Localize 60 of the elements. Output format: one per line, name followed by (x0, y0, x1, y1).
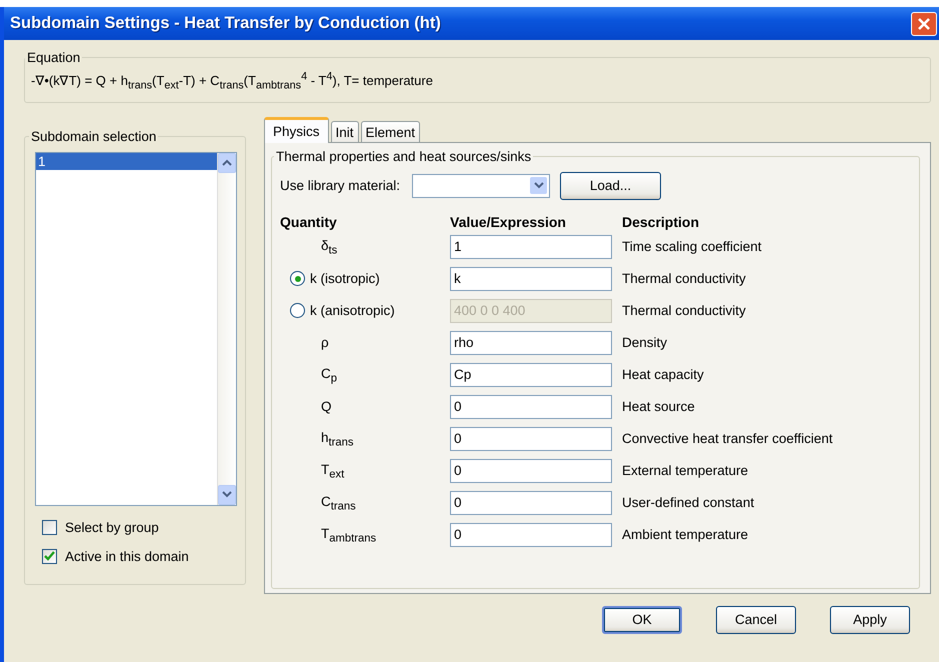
caret-up-icon (222, 159, 232, 166)
description-text: Thermal conductivity (622, 303, 747, 318)
quantity-symbol: δ$_{ts}$ (320, 238, 338, 256)
radio-button[interactable] (290, 271, 305, 286)
dialog-button[interactable]: OK (602, 606, 682, 634)
value-field[interactable]: Cp (450, 362, 612, 387)
checkmark-icon (44, 551, 55, 562)
description-text: User-defined constant (622, 495, 756, 510)
scroll-down-button[interactable] (218, 484, 236, 505)
description-text: Heat capacity (622, 367, 705, 382)
checkbox[interactable] (42, 548, 57, 564)
quantity-symbol: C$_{trans}$ (320, 494, 356, 512)
description-text: Convective heat transfer coefficient (622, 431, 834, 446)
description-text: Thermal conductivity (622, 271, 747, 286)
tab[interactable]: Element (360, 120, 420, 142)
value-field[interactable]: 0 (450, 522, 612, 547)
value-field[interactable]: 1 (450, 234, 612, 259)
checkbox-label: Select by group (65, 520, 159, 535)
quantity-label: k (isotropic) (310, 271, 380, 286)
window-title: Subdomain Settings - Heat Transfer by Conduction (ht) (10, 14, 441, 33)
scroll-up-button[interactable] (218, 152, 236, 173)
caret-down-icon (534, 182, 544, 190)
column-header: Value/Expression (450, 214, 567, 230)
description-text: Density (622, 335, 668, 350)
dialog-button[interactable]: Cancel (716, 606, 796, 634)
dialog-button[interactable]: Apply (830, 606, 910, 634)
close-button[interactable] (911, 12, 937, 36)
description-text: Ambient temperature (622, 527, 750, 542)
field-label: Use library material: (280, 178, 400, 194)
value-field[interactable]: k (450, 266, 612, 291)
value-field[interactable]: 0 (450, 394, 612, 419)
quantity-symbol: C$_{p}$ (320, 366, 338, 384)
quantity-symbol: T$_{ext}$ (320, 462, 344, 480)
group-label: Subdomain selection (30, 128, 158, 144)
quantity-label: k (anisotropic) (310, 303, 395, 318)
load-button[interactable]: Load... (560, 172, 662, 200)
group-label: Equation (26, 50, 82, 65)
value-field[interactable]: 0 (450, 426, 612, 451)
close-icon (916, 16, 932, 32)
list-item[interactable]: 1 (36, 152, 217, 170)
material-dropdown[interactable] (412, 174, 550, 198)
quantity-symbol: h$_{trans}$ (320, 430, 354, 448)
column-header: Quantity (280, 214, 338, 230)
equation-text: -∇•(k∇T) = Q + h$_{trans}$(T$_{ext}$-T) + C$_{trans}$(T$_{ambtrans}$$^{4}$ - T$^{4}$), T= temperature (31, 73, 433, 88)
tab[interactable]: Init (330, 120, 359, 142)
quantity-symbol: T$_{ambtrans}$ (320, 526, 376, 544)
checkbox-label: Active in this domain (65, 548, 189, 564)
value-field[interactable]: rho (450, 330, 612, 355)
description-text: External temperature (622, 463, 750, 478)
description-text: Heat source (622, 399, 696, 414)
tab[interactable]: Physics (264, 116, 329, 143)
value-field[interactable]: 0 (450, 490, 612, 515)
group-label: Thermal properties and heat sources/sinks (275, 148, 532, 164)
column-header: Description (622, 214, 700, 230)
checkbox[interactable] (42, 520, 57, 535)
value-field[interactable]: 0 (450, 458, 612, 483)
quantity-symbol: ρ (320, 335, 329, 350)
caret-down-icon (222, 491, 232, 498)
description-text: Time scaling coefficient (622, 239, 763, 254)
quantity-symbol: Q (320, 399, 332, 414)
